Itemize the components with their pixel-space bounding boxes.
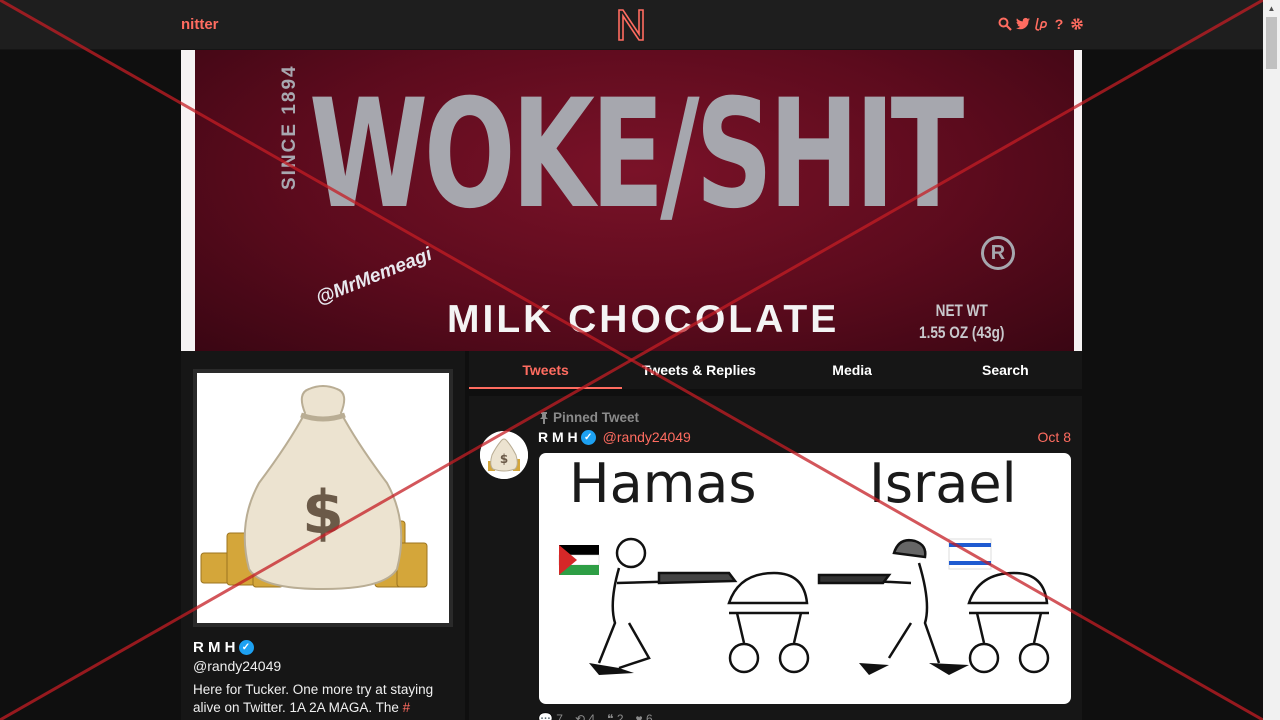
net-weight-line2: 1.55 OZ (43g) xyxy=(919,323,1005,342)
profile-bio: Here for Tucker. One more try at staying… xyxy=(193,681,455,717)
svg-text:$: $ xyxy=(500,452,508,466)
tab-tweets[interactable]: Tweets xyxy=(469,351,623,389)
money-bag-image: $ xyxy=(197,373,449,623)
retweet-count[interactable]: ⟲ 4 xyxy=(575,712,595,720)
nitter-logo[interactable] xyxy=(616,8,646,42)
page: nitter ? SINCE 1894 WOKE/SHIT R @MrMemea… xyxy=(0,0,1280,720)
liberapay-icon[interactable] xyxy=(1034,16,1048,32)
tweet-fullname: R M H xyxy=(538,429,578,445)
help-icon[interactable]: ? xyxy=(1052,16,1066,32)
search-icon[interactable] xyxy=(998,16,1012,32)
scrollbar[interactable]: ▲ xyxy=(1263,0,1280,720)
profile-banner[interactable]: SINCE 1894 WOKE/SHIT R @MrMemeagi MILK C… xyxy=(181,50,1082,351)
registered-mark: R xyxy=(981,236,1015,270)
scroll-up-arrow-icon[interactable]: ▲ xyxy=(1263,0,1280,17)
like-count[interactable]: ♥ 6 xyxy=(636,712,653,720)
tab-search[interactable]: Search xyxy=(929,351,1082,389)
tweet-avatar[interactable]: $ xyxy=(480,431,528,479)
tweet-handle[interactable]: @randy24049 xyxy=(603,429,691,445)
verified-icon: ✓ xyxy=(238,640,254,655)
net-weight-line1: NET WT xyxy=(935,301,988,320)
scrollbar-thumb[interactable] xyxy=(1266,17,1277,69)
banner-since-text: SINCE 1894 xyxy=(279,64,300,190)
tweet-author[interactable]: R M H ✓ @randy24049 xyxy=(538,429,691,445)
brand-link[interactable]: nitter xyxy=(181,16,219,33)
svg-text:$: $ xyxy=(302,478,344,548)
navbar: nitter ? xyxy=(0,0,1263,50)
bio-hashtag-link[interactable]: # xyxy=(403,700,411,715)
profile-bio-text: Here for Tucker. One more try at staying… xyxy=(193,682,434,715)
gear-icon[interactable] xyxy=(1070,16,1084,32)
twitter-bird-icon[interactable] xyxy=(1016,16,1030,32)
timeline-tabs: Tweets Tweets & Replies Media Search xyxy=(469,351,1082,389)
profile-card: $ R M H ✓ @randy24049 Here for Tucker. O… xyxy=(181,351,465,720)
banner-subtitle: MILK CHOCOLATE xyxy=(447,298,840,341)
money-bag-image-small: $ xyxy=(480,431,528,479)
pinned-label: Pinned Tweet xyxy=(553,410,640,425)
profile-fullname[interactable]: R M H ✓ xyxy=(193,639,254,656)
quote-count[interactable]: ❝ 2 xyxy=(607,712,623,720)
tab-tweets-replies[interactable]: Tweets & Replies xyxy=(622,351,775,389)
nav-icons: ? xyxy=(998,16,1084,32)
banner-net-weight: NET WT 1.55 OZ (43g) xyxy=(919,300,1004,344)
verified-icon: ✓ xyxy=(580,429,596,445)
pinned-indicator: Pinned Tweet xyxy=(539,410,639,425)
meme-drawing xyxy=(558,537,1050,675)
timeline-tweet[interactable]: Pinned Tweet $ R M H ✓ @randy24049 Oct 8… xyxy=(469,396,1082,720)
pin-icon xyxy=(540,411,548,424)
banner-title: WOKE/SHIT xyxy=(309,68,964,242)
profile-fullname-text: R M H xyxy=(193,639,236,656)
tweet-image[interactable]: Hamas Israel xyxy=(539,453,1071,704)
profile-avatar[interactable]: $ xyxy=(193,369,453,627)
tab-media[interactable]: Media xyxy=(776,351,929,389)
tweet-date[interactable]: Oct 8 xyxy=(1038,429,1071,445)
tweet-stats: 💬 7 ⟲ 4 ❝ 2 ♥ 6 xyxy=(538,712,653,720)
profile-username[interactable]: @randy24049 xyxy=(193,658,281,674)
comment-count[interactable]: 💬 7 xyxy=(538,712,563,720)
